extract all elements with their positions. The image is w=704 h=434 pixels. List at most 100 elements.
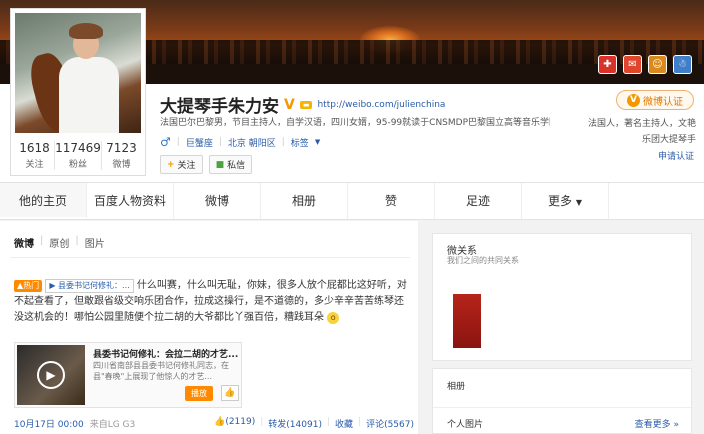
subtab-images[interactable]: 图片 [85, 235, 105, 250]
divider: | [40, 235, 44, 246]
male-icon: ♂ [160, 135, 171, 149]
hot-badge: ▲热门 [14, 280, 43, 292]
subtab-original[interactable]: 原创 [49, 235, 69, 250]
album-divider [433, 407, 691, 408]
plus-icon: + [167, 159, 175, 170]
thumbs-up-icon: 👍 [214, 417, 226, 427]
profile-header: 1618 关注 117469 粉丝 7123 微博 大提琴手朱力安 V ▬ ht… [0, 8, 704, 182]
name-row: 大提琴手朱力安 V ▬ http://weibo.com/julienchina [160, 92, 445, 118]
relation-image[interactable] [453, 294, 481, 348]
favorite-button[interactable]: 收藏 [335, 417, 353, 430]
count-label: 关注 [25, 160, 44, 170]
verified-v-icon[interactable]: V [284, 97, 295, 113]
feed-divider [10, 257, 410, 258]
personal-images-label: 个人图片 [447, 420, 484, 430]
apply-verify-link[interactable]: 申请认证 [658, 149, 694, 162]
count-label: 微博 [112, 160, 131, 170]
feed-subtabs: 微博 | 原创 | 图片 [14, 235, 105, 250]
video-card-desc: 四川省南部县县委书记何修礼同志，在县"春晚"上展现了他惊人的才艺... [93, 361, 229, 381]
comment-button[interactable]: 评论(5567) [366, 417, 414, 430]
divider: | [358, 417, 362, 427]
message-label: 私信 [227, 161, 246, 171]
count-label: 粉丝 [68, 160, 87, 170]
follow-button[interactable]: + 关注 [160, 155, 203, 174]
verified-v-icon: V [627, 93, 640, 107]
tags-link[interactable]: 标签 [291, 136, 309, 149]
profile-counts: 1618 关注 117469 粉丝 7123 微博 [15, 141, 141, 170]
weibo-verify-badge[interactable]: V 微博认证 [616, 90, 694, 110]
hot-label: 热门 [23, 281, 40, 290]
post-source: 来自LG G3 [89, 420, 136, 430]
verify-line: 乐团大提琴手 [641, 135, 696, 145]
album-title: 相册 [447, 382, 466, 392]
album-panel: 相册 个人图片 查看更多 » [432, 368, 692, 434]
tab-likes[interactable]: 赞 [348, 183, 435, 219]
post-footer: 10月17日 00:00 来自LG G3 👍(2119) | 转发(14091)… [14, 417, 414, 430]
message-button[interactable]: ■ 私信 [208, 155, 253, 174]
play-icon[interactable]: ▶ [37, 361, 65, 389]
video-card[interactable]: ▶ 县委书记何修礼：会拉二胡的才艺... 四川省南部县县委书记何修礼同志，在县"… [14, 342, 242, 408]
count-number: 117469 [55, 141, 101, 155]
shirt-shape [59, 57, 119, 133]
profile-meta: ♂ | 巨蟹座 | 北京 朝阳区 | 标签 ▼ [160, 135, 320, 149]
view-more-link[interactable]: 查看更多 » [635, 417, 679, 430]
play-button[interactable]: 播放 [185, 386, 213, 401]
profile-actions: + 关注 ■ 私信 [160, 155, 253, 174]
video-thumbnail[interactable]: ▶ [17, 345, 85, 405]
follow-label: 关注 [177, 161, 196, 171]
post-date[interactable]: 10月17日 00:00 [14, 417, 84, 430]
count-following[interactable]: 1618 关注 [15, 141, 56, 170]
tab-weibo[interactable]: 微博 [174, 183, 261, 219]
profile-bio: 法国巴尔巴黎男，节目主持人，自学汉语，四川女婿，95-99就读于CNSMDP巴黎… [160, 118, 550, 128]
tab-more[interactable]: 更多 ▼ [522, 183, 609, 219]
tab-more-label: 更多 [548, 194, 573, 208]
subtab-weibo[interactable]: 微博 [14, 235, 34, 250]
count-number: 7123 [106, 141, 137, 155]
avatar-box: 1618 关注 117469 粉丝 7123 微博 [10, 8, 146, 176]
location-link[interactable]: 北京 朝阳区 [228, 136, 276, 149]
profile-tabs: 他的主页 百度人物资料 微博 相册 赞 足迹 更多 ▼ [0, 182, 704, 220]
verify-label: 微博认证 [643, 96, 683, 108]
feed-panel: 微博 | 原创 | 图片 ▲热门 ▶ 县委书记何修礼：... 什么叫赛，什么叫无… [0, 221, 418, 434]
user-badge-icon[interactable]: ☃ [673, 55, 692, 74]
like-button[interactable]: 👍(2119) [214, 417, 255, 430]
thumbs-up-icon[interactable]: 👍 [221, 385, 239, 401]
surprised-emoji-icon: o [327, 312, 340, 324]
avatar[interactable] [15, 13, 141, 133]
post-actions: 👍(2119) | 转发(14091) | 收藏 | 评论(5567) [214, 417, 414, 430]
hair-shape [69, 23, 103, 39]
profile-name: 大提琴手朱力安 [160, 97, 279, 117]
divider: | [218, 137, 222, 147]
video-card-title[interactable]: 县委书记何修礼：会拉二胡的才艺... [93, 347, 238, 360]
post-text: ▲热门 ▶ 县委书记何修礼：... 什么叫赛，什么叫无耻，你妹，很多人放个屁都比… [14, 278, 409, 326]
stamp-badge-icon[interactable]: ✉ [623, 55, 642, 74]
chevron-down-icon[interactable]: ▼ [315, 138, 320, 146]
divider: | [281, 137, 285, 147]
divider: | [326, 417, 330, 427]
relation-panel: 微关系 我们之间的共同关系 [432, 233, 692, 361]
video-icon: ▶ [49, 281, 56, 290]
divider: | [75, 235, 79, 246]
tab-footprints[interactable]: 足迹 [435, 183, 522, 219]
verify-description: 法国人，著名主持人，文艳 乐团大提琴手 [582, 116, 696, 148]
count-fans[interactable]: 117469 粉丝 [55, 141, 102, 170]
repost-button[interactable]: 转发(14091) [268, 417, 322, 430]
divider: | [260, 417, 264, 427]
vip-face-badge-icon[interactable]: ☺ [648, 55, 667, 74]
chat-icon: ■ [215, 159, 225, 170]
zodiac-link[interactable]: 巨蟹座 [186, 136, 213, 149]
badge-icons: ✚ ✉ ☺ ☃ [598, 55, 692, 74]
relation-subtitle: 我们之间的共同关系 [447, 256, 519, 265]
tab-album[interactable]: 相册 [261, 183, 348, 219]
count-weibo[interactable]: 7123 微博 [102, 141, 141, 170]
vip-tag-icon[interactable]: ▬ [299, 100, 313, 109]
video-link-label: 县委书记何修礼：... [58, 281, 130, 290]
tab-baidu-profile[interactable]: 百度人物资料 [87, 183, 174, 219]
count-number: 1618 [19, 141, 50, 155]
video-link[interactable]: ▶ 县委书记何修礼：... [45, 279, 134, 293]
divider: | [176, 137, 180, 147]
tab-home[interactable]: 他的主页 [0, 183, 87, 219]
medical-badge-icon[interactable]: ✚ [598, 55, 617, 74]
like-count: (2119) [225, 417, 256, 427]
profile-url[interactable]: http://weibo.com/julienchina [317, 100, 445, 110]
